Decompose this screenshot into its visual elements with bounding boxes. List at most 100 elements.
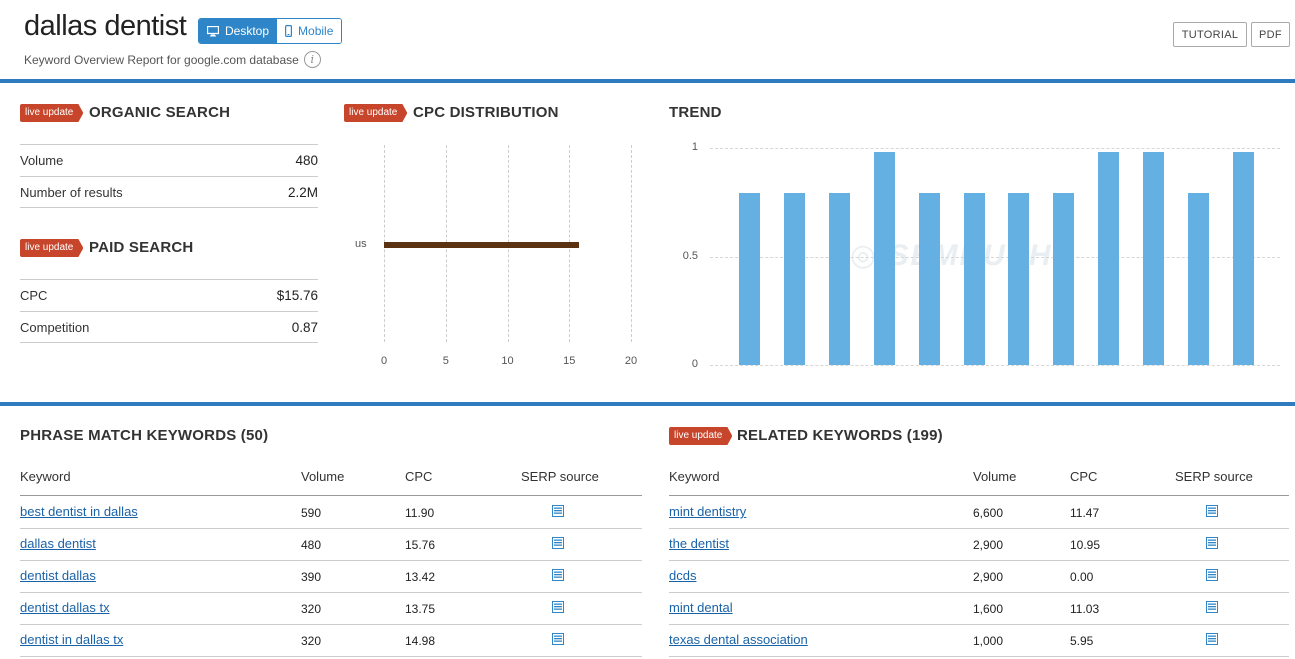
keyword-link[interactable]: dentist dallas [20, 568, 96, 583]
trend-bar [918, 193, 940, 365]
cpc-cell: 0.00 [1070, 570, 1094, 584]
serp-source-icon[interactable] [1206, 633, 1218, 645]
trend-bar [783, 193, 805, 365]
cpc-tick-label: 0 [380, 355, 388, 367]
cpc-cell: 13.42 [405, 570, 436, 584]
column-header-volume: Volume [301, 469, 345, 484]
phrase-match-title: PHRASE MATCH KEYWORDS (50) [20, 427, 269, 444]
row-divider [20, 592, 642, 593]
metric-row-results: Number of results 2.2M [20, 176, 318, 208]
cpc-tick-label: 20 [624, 355, 638, 367]
serp-source-icon[interactable] [1206, 505, 1218, 517]
keyword-link[interactable]: dentist dallas tx [20, 600, 110, 615]
keyword-link[interactable]: mint dental [669, 600, 733, 615]
serp-source-icon[interactable] [552, 505, 564, 517]
report-subtitle: Keyword Overview Report for google.com d… [24, 51, 321, 68]
trend-bar [963, 193, 985, 365]
row-divider [669, 592, 1289, 593]
metric-label: Number of results [20, 185, 123, 200]
row-divider [20, 342, 318, 343]
mobile-label: Mobile [298, 24, 334, 38]
table-header-divider [669, 495, 1289, 496]
metric-value: 0.87 [291, 320, 318, 335]
volume-cell: 2,900 [973, 538, 1004, 552]
keyword-link[interactable]: best dentist in dallas [20, 504, 138, 519]
keyword-link[interactable]: the dentist [669, 536, 729, 551]
cpc-tick-label: 10 [501, 355, 514, 367]
row-divider [669, 528, 1289, 529]
mobile-icon [285, 25, 293, 37]
cpc-tick-label: 5 [442, 355, 449, 367]
keyword-link[interactable]: dallas dentist [20, 536, 96, 551]
serp-source-icon[interactable] [552, 537, 564, 549]
serp-source-icon[interactable] [552, 633, 564, 645]
metric-row-competition: Competition 0.87 [20, 311, 318, 343]
cpc-cell: 14.98 [405, 634, 436, 648]
column-header-cpc: CPC [1070, 469, 1098, 484]
tutorial-button[interactable]: TUTORIAL [1173, 22, 1247, 47]
cpc-cell: 11.47 [1070, 506, 1100, 520]
row-divider [20, 656, 642, 657]
serp-source-icon[interactable] [552, 569, 564, 581]
trend-bar [1188, 193, 1209, 365]
live-update-badge: live update [669, 427, 732, 445]
table-header-divider [20, 495, 642, 496]
keyword-link[interactable]: texas dental association [669, 632, 808, 647]
trend-tick-label: 0 [691, 358, 698, 370]
cpc-cell: 10.95 [1070, 538, 1101, 552]
serp-source-icon[interactable] [1206, 569, 1218, 581]
organic-search-title: ORGANIC SEARCH [89, 104, 231, 121]
header-divider [0, 79, 1295, 83]
mobile-button[interactable]: Mobile [277, 19, 342, 43]
trend-gridline [710, 365, 1280, 366]
column-header-cpc: CPC [405, 469, 433, 484]
trend-tick-label: 0.5 [682, 249, 698, 262]
row-divider [20, 207, 318, 208]
keyword-link[interactable]: dcds [669, 568, 696, 583]
trend-bar [873, 152, 895, 365]
cpc-distribution-title: CPC DISTRIBUTION [413, 104, 559, 121]
trend-bar [1232, 152, 1254, 365]
column-header-keyword: Keyword [669, 469, 720, 484]
serp-source-icon[interactable] [552, 601, 564, 613]
trend-gridline [710, 148, 1280, 149]
row-divider [20, 560, 642, 561]
row-divider [20, 528, 642, 529]
volume-cell: 320 [301, 634, 322, 648]
row-divider [669, 624, 1289, 625]
trend-bar [1098, 152, 1120, 365]
keyword-link[interactable]: mint dentistry [669, 504, 746, 519]
volume-cell: 480 [301, 538, 322, 552]
related-keywords-title: RELATED KEYWORDS (199) [737, 427, 943, 444]
column-header-keyword: Keyword [20, 469, 71, 484]
volume-cell: 6,600 [973, 506, 1004, 520]
cpc-cell: 13.75 [405, 602, 436, 616]
device-toggle: Desktop Mobile [198, 18, 343, 44]
keyword-link[interactable]: dentist in dallas tx [20, 632, 123, 647]
volume-cell: 390 [301, 570, 322, 584]
metric-label: CPC [20, 288, 48, 303]
pdf-button[interactable]: PDF [1251, 22, 1290, 47]
cpc-gridline [631, 145, 632, 342]
cpc-cell: 5.95 [1070, 634, 1094, 648]
trend-bar [1053, 193, 1075, 365]
cpc-category-label: us [355, 238, 367, 250]
row-divider [20, 624, 642, 625]
desktop-button[interactable]: Desktop [199, 19, 278, 43]
volume-cell: 2,900 [973, 570, 1004, 584]
volume-cell: 320 [301, 602, 322, 616]
column-header-serp: SERP source [521, 469, 599, 484]
info-icon[interactable]: i [303, 51, 321, 68]
cpc-bar [384, 242, 579, 248]
section-divider [0, 402, 1295, 406]
metric-value: 480 [295, 153, 318, 168]
trend-title: TREND [669, 104, 722, 121]
metric-value: 2.2M [287, 185, 318, 200]
serp-source-icon[interactable] [1206, 601, 1218, 613]
trend-tick-label: 1 [691, 141, 698, 153]
live-update-badge: live update [20, 239, 83, 257]
serp-source-icon[interactable] [1206, 537, 1218, 549]
row-divider [669, 656, 1289, 657]
column-header-volume: Volume [973, 469, 1017, 484]
trend-bar [1143, 152, 1165, 365]
